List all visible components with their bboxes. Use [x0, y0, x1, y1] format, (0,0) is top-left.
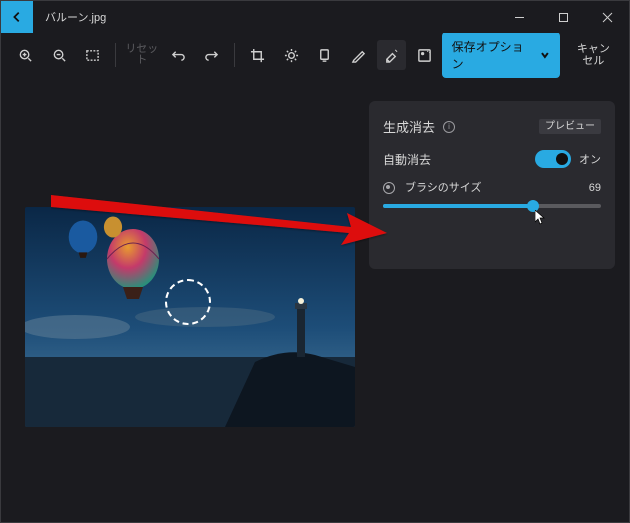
brush-size-icon [383, 182, 395, 194]
back-button[interactable] [1, 1, 33, 33]
auto-erase-label: 自動消去 [383, 151, 431, 168]
editor-body: 生成消去 i プレビュー 自動消去 オン ブラシのサイズ 69 [1, 77, 629, 522]
close-button[interactable] [585, 1, 629, 33]
slider-fill [383, 204, 533, 208]
auto-erase-toggle[interactable] [535, 150, 571, 168]
image-canvas[interactable] [25, 207, 355, 427]
markup-button[interactable] [343, 40, 372, 70]
brush-size-value: 69 [589, 182, 601, 194]
undo-button[interactable] [163, 40, 192, 70]
file-title: バルーン.jpg [45, 9, 106, 25]
minimize-button[interactable] [497, 1, 541, 33]
preview-button[interactable]: プレビュー [539, 119, 601, 134]
brush-size-slider[interactable] [383, 204, 601, 208]
save-options-button[interactable]: 保存オプション [442, 32, 560, 78]
fit-screen-button[interactable] [78, 40, 107, 70]
erase-tool-button[interactable] [377, 40, 406, 70]
title-bar: バルーン.jpg [1, 1, 629, 33]
panel-title: 生成消去 [383, 117, 435, 136]
crop-button[interactable] [243, 40, 272, 70]
maximize-button[interactable] [541, 1, 585, 33]
info-icon[interactable]: i [443, 121, 455, 133]
cancel-button[interactable]: キャンセル [574, 43, 613, 67]
toggle-on-label: オン [579, 151, 601, 167]
brush-preview-circle [165, 279, 211, 325]
reset-button[interactable]: リセット [122, 44, 161, 66]
app-window: バルーン.jpg リセット 保存オプション キャンセル [0, 0, 630, 523]
toolbar: リセット 保存オプション キャンセル [1, 33, 629, 77]
erase-panel: 生成消去 i プレビュー 自動消去 オン ブラシのサイズ 69 [369, 101, 615, 269]
background-button[interactable] [410, 40, 439, 70]
redo-button[interactable] [197, 40, 226, 70]
adjustment-button[interactable] [277, 40, 306, 70]
filter-button[interactable] [310, 40, 339, 70]
canvas-area [1, 77, 369, 522]
zoom-in-button[interactable] [11, 40, 40, 70]
zoom-out-button[interactable] [44, 40, 73, 70]
cursor-icon [535, 210, 547, 226]
window-controls [497, 1, 629, 33]
brush-size-label: ブラシのサイズ [405, 182, 481, 194]
save-options-label: 保存オプション [452, 38, 534, 72]
